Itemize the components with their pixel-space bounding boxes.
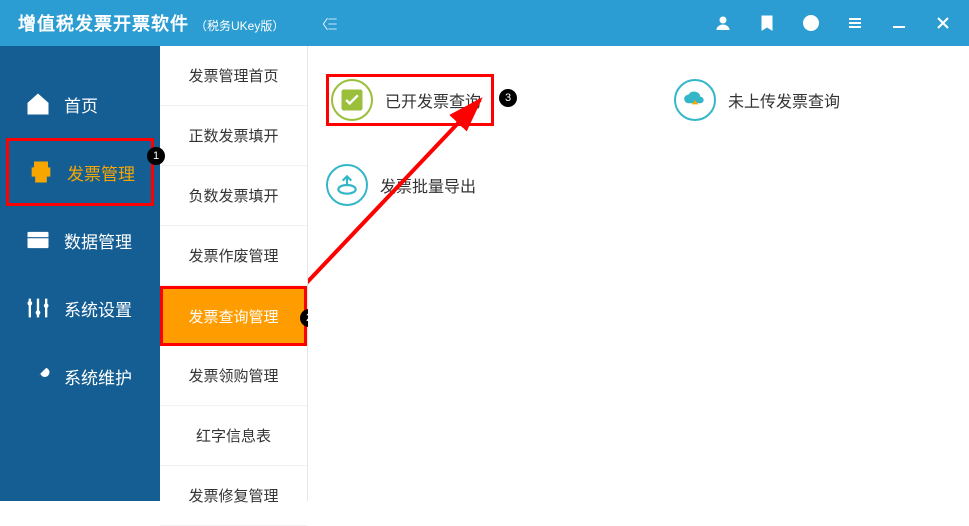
sidebar-item-home[interactable]: 首页	[0, 70, 160, 138]
main-item-issued-query[interactable]: 已开发票查询 3	[326, 74, 494, 126]
main-item-notuploaded[interactable]: 未上传发票查询	[674, 74, 840, 126]
sidebar-label: 首页	[64, 92, 98, 117]
main-item-label: 发票批量导出	[380, 173, 476, 197]
submenu-item[interactable]: 发票领购管理	[160, 346, 307, 406]
submenu-label: 正数发票填开	[188, 125, 278, 146]
submenu-label: 发票查询管理	[188, 306, 278, 327]
check-icon	[331, 79, 373, 121]
menu-icon[interactable]	[847, 15, 863, 31]
sidebar-item-settings[interactable]: 系统设置	[0, 274, 160, 342]
app-title: 增值税发票开票软件	[18, 10, 189, 36]
submenu-item[interactable]: 红字信息表	[160, 406, 307, 466]
home-icon	[24, 90, 52, 118]
sidebar-label: 数据管理	[64, 228, 132, 253]
sidebar-label: 系统维护	[64, 364, 132, 389]
export-icon	[326, 164, 368, 206]
badge-3: 3	[499, 89, 517, 107]
submenu-item[interactable]: 负数发票填开	[160, 166, 307, 226]
sidebar-item-data[interactable]: 数据管理	[0, 206, 160, 274]
submenu-item[interactable]: 发票作废管理	[160, 226, 307, 286]
sidebar: 首页 发票管理 1 数据管理 系统设置 系统维护	[0, 46, 160, 501]
main-item-label: 已开发票查询	[385, 88, 481, 112]
submenu-label: 红字信息表	[196, 425, 271, 446]
main-item-label: 未上传发票查询	[728, 88, 840, 112]
cloud-icon	[674, 79, 716, 121]
submenu-label: 发票作废管理	[188, 245, 278, 266]
sliders-icon	[24, 294, 52, 322]
sidebar-label: 系统设置	[64, 296, 132, 321]
submenu-item[interactable]: 发票修复管理	[160, 466, 307, 526]
bookmark-icon[interactable]	[759, 15, 775, 31]
title-group: 增值税发票开票软件 （税务UKey版）	[18, 10, 284, 36]
main-item-batch-export[interactable]: 发票批量导出	[326, 164, 476, 206]
printer-icon	[27, 158, 55, 186]
data-icon	[24, 226, 52, 254]
submenu-label: 发票管理首页	[188, 65, 278, 86]
submenu-item-query[interactable]: 发票查询管理 2	[160, 286, 307, 346]
user-icon[interactable]	[715, 15, 731, 31]
tools-icon	[24, 362, 52, 390]
sidebar-label: 发票管理	[67, 160, 135, 185]
submenu-label: 负数发票填开	[188, 185, 278, 206]
title-bar: 增值税发票开票软件 （税务UKey版）	[0, 0, 969, 46]
help-icon[interactable]	[803, 15, 819, 31]
submenu-label: 发票修复管理	[188, 485, 278, 506]
app-subtitle: （税务UKey版）	[195, 17, 284, 34]
submenu-item[interactable]: 正数发票填开	[160, 106, 307, 166]
submenu-label: 发票领购管理	[188, 365, 278, 386]
sidebar-item-invoice[interactable]: 发票管理 1	[6, 138, 154, 206]
close-icon[interactable]	[935, 15, 951, 31]
minimize-icon[interactable]	[891, 15, 907, 31]
window-controls	[715, 15, 951, 31]
submenu-item[interactable]: 发票管理首页	[160, 46, 307, 106]
sidebar-item-maintain[interactable]: 系统维护	[0, 342, 160, 410]
submenu: 发票管理首页 正数发票填开 负数发票填开 发票作废管理 发票查询管理 2 发票领…	[160, 46, 308, 501]
collapse-icon[interactable]	[320, 14, 340, 34]
main-panel: 已开发票查询 3 未上传发票查询 发票批量导出	[308, 46, 969, 501]
